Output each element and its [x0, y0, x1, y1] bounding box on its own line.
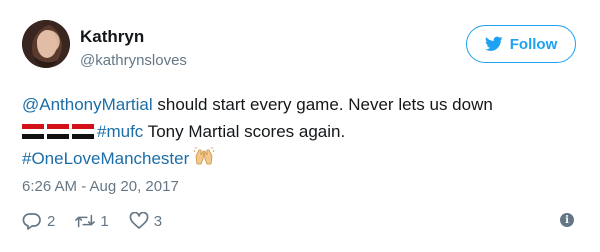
reply-icon: [22, 213, 41, 230]
reply-count: 2: [47, 212, 56, 230]
tweet-line-3: #OneLoveManchester: [22, 145, 582, 172]
retweet-count: 1: [100, 212, 109, 230]
like-button[interactable]: 3: [129, 212, 162, 230]
egypt-flag-icon: [72, 124, 94, 139]
heart-icon: [129, 212, 149, 229]
hashtag-onelovemanchester-link[interactable]: #OneLoveManchester: [22, 149, 189, 168]
tweet-line-1-text: should start every game. Never lets us d…: [152, 95, 493, 114]
user-handle[interactable]: @kathrynsloves: [80, 52, 187, 69]
hashtag-mufc-link[interactable]: #mufc: [97, 122, 143, 141]
retweet-icon: [75, 214, 96, 228]
tweet-line-1: @AnthonyMartial should start every game.…: [22, 91, 582, 118]
egypt-flag-icon: [47, 124, 69, 139]
follow-label: Follow: [509, 35, 558, 53]
follow-button[interactable]: Follow: [466, 25, 576, 63]
twitter-bird-icon: [484, 36, 503, 51]
tweet-text: @AnthonyMartial should start every game.…: [22, 91, 582, 172]
raising-hands-icon: [193, 147, 215, 165]
avatar[interactable]: [22, 20, 70, 68]
tweet-timestamp[interactable]: 6:26 AM - Aug 20, 2017: [22, 178, 179, 195]
tweet-actions: 2 1 3: [22, 210, 182, 232]
reply-button[interactable]: 2: [22, 212, 55, 230]
tweet-line-2: #mufc Tony Martial scores again.: [22, 118, 582, 145]
tweet-line-2-text: Tony Martial scores again.: [143, 122, 346, 141]
retweet-button[interactable]: 1: [75, 212, 109, 230]
egypt-flag-icon: [22, 124, 44, 139]
info-icon[interactable]: i: [560, 213, 574, 227]
like-count: 3: [153, 212, 163, 230]
user-name[interactable]: Kathryn: [80, 27, 144, 47]
mention-link[interactable]: @AnthonyMartial: [22, 95, 153, 114]
avatar-hair: [22, 20, 70, 68]
tweet-card: Kathryn @kathrynsloves Follow @AnthonyMa…: [0, 0, 600, 252]
